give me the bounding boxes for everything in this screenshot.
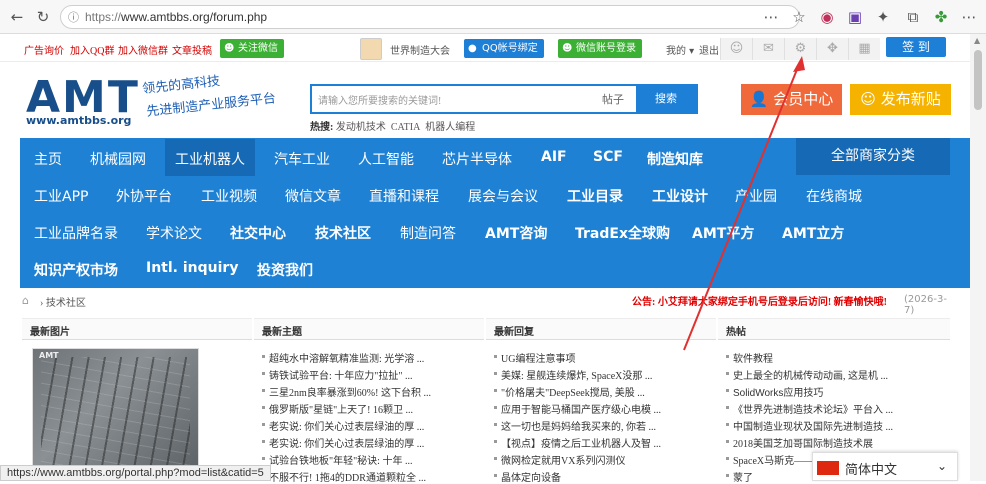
arrow-head: [793, 56, 805, 72]
scroll-thumb[interactable]: [974, 50, 982, 110]
language-selector[interactable]: 简体中文 ⌄: [812, 452, 958, 481]
annotation-arrow: [683, 56, 805, 351]
status-bar: https://www.amtbbs.org/portal.php?mod=li…: [0, 465, 271, 481]
language-label: 简体中文: [845, 463, 898, 478]
scroll-up-icon[interactable]: ▲: [974, 36, 980, 45]
arrow-line: [683, 61, 801, 351]
china-flag-icon: [817, 461, 839, 475]
chevron-down-icon: ⌄: [937, 459, 948, 473]
page-scrollbar[interactable]: ▲: [970, 34, 986, 481]
